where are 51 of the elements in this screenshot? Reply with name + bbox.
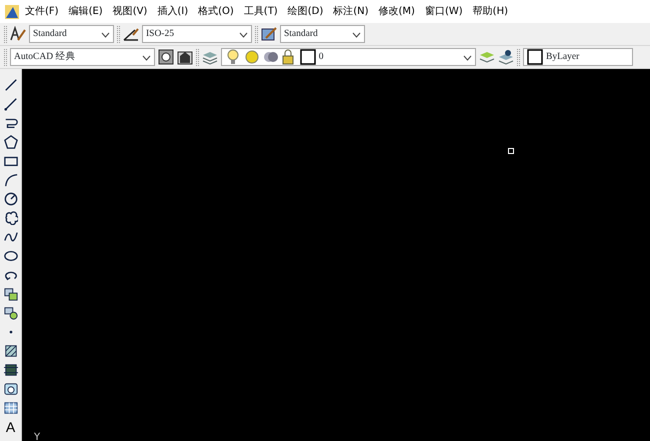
table-icon[interactable] <box>4 401 18 415</box>
hatch-icon[interactable] <box>4 344 18 358</box>
menu-item[interactable]: 窗口(W) <box>420 4 468 19</box>
menu-item[interactable]: 文件(F) <box>20 4 64 19</box>
style-dropdown[interactable]: ISO-25 <box>142 25 252 43</box>
previous-layer-icon[interactable] <box>498 49 514 65</box>
menu-item[interactable]: 插入(I) <box>152 4 194 19</box>
menu-item[interactable]: 标注(N) <box>328 4 374 19</box>
layer-dropdown[interactable]: 0 <box>221 48 476 66</box>
sun-icon <box>244 49 260 65</box>
table-style-icon[interactable] <box>261 26 277 42</box>
menu-item[interactable]: 帮助(H) <box>468 4 513 19</box>
axis-label: Y <box>34 431 40 441</box>
line-icon[interactable] <box>4 78 18 92</box>
arc-icon[interactable] <box>4 173 18 187</box>
style-dropdown[interactable]: Standard <box>29 25 114 43</box>
menu-item[interactable]: 视图(V) <box>108 4 152 19</box>
menu-item[interactable]: 编辑(E) <box>64 4 108 19</box>
menu-item[interactable]: 绘图(D) <box>282 4 328 19</box>
polygon-icon[interactable] <box>4 135 18 149</box>
text-style-icon[interactable] <box>10 26 26 42</box>
style-dropdown[interactable]: Standard <box>280 25 365 43</box>
circle-icon[interactable] <box>4 192 18 206</box>
color-dropdown[interactable]: ByLayer <box>523 48 633 66</box>
lightbulb-icon <box>225 49 241 65</box>
cloud-icon[interactable] <box>4 211 18 225</box>
polyline-icon[interactable] <box>4 116 18 130</box>
toolbar-icon[interactable] <box>177 49 193 65</box>
dimension-style-icon[interactable] <box>123 26 139 42</box>
layer-state-icon <box>262 49 278 65</box>
make-current-layer-icon[interactable] <box>479 49 495 65</box>
make-block-icon[interactable] <box>4 306 18 320</box>
rectangle-icon[interactable] <box>4 154 18 168</box>
menu-item[interactable]: 工具(T) <box>238 4 283 19</box>
layer-name: 0 <box>318 50 324 64</box>
text-tool[interactable]: A <box>2 419 18 435</box>
workspace-dropdown[interactable]: AutoCAD 经典 <box>10 48 155 66</box>
ray-icon[interactable] <box>4 97 18 111</box>
drawing-canvas[interactable]: Y <box>22 69 650 441</box>
workspace-settings-icon[interactable] <box>158 49 174 65</box>
layers-icon[interactable] <box>202 49 218 65</box>
color-swatch-icon <box>300 49 316 65</box>
menu-item[interactable]: 修改(M) <box>374 4 420 19</box>
region-icon[interactable] <box>4 382 18 396</box>
ellipse-icon[interactable] <box>4 249 18 263</box>
menu-item[interactable]: 格式(O) <box>193 4 239 19</box>
app-logo-icon[interactable] <box>4 4 20 20</box>
color-swatch-icon <box>527 49 543 65</box>
spline-icon[interactable] <box>4 230 18 244</box>
pickbox-cursor <box>508 148 514 154</box>
insert-block-icon[interactable] <box>4 287 18 301</box>
